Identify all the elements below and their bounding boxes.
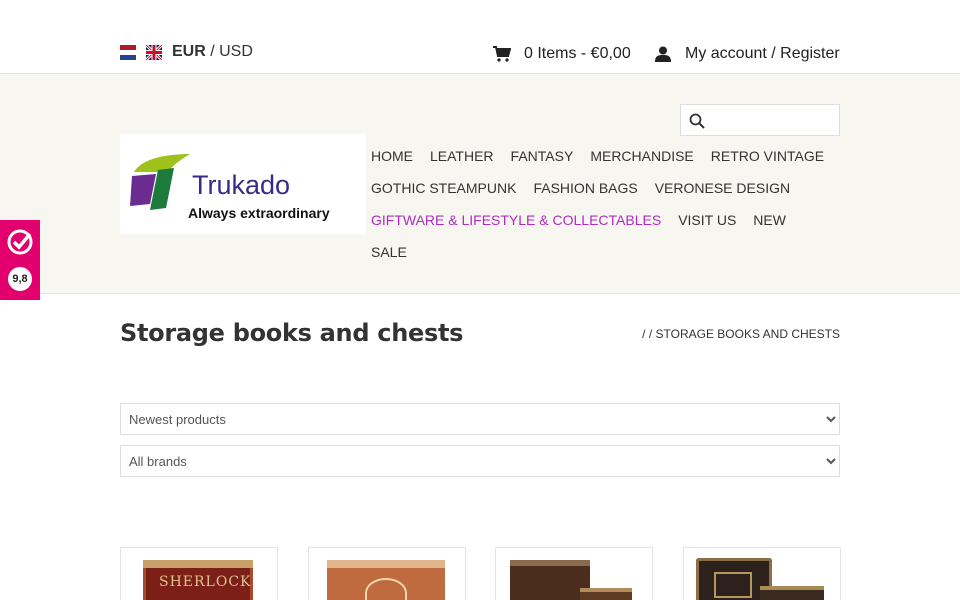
nav-item-new[interactable]: NEW [753, 212, 786, 228]
logo-tagline: Always extraordinary [188, 205, 330, 221]
cart-icon [493, 46, 511, 62]
product-card[interactable] [495, 547, 653, 600]
nav-item-gothic-steampunk[interactable]: GOTHIC STEAMPUNK [371, 180, 516, 196]
cart-link[interactable]: 0 Items - €0,00 [493, 45, 631, 63]
logo-name: Trukado [192, 170, 291, 200]
site-logo[interactable]: Trukado Always extraordinary [120, 134, 366, 234]
nav-row: HOME LEATHER FANTASY MERCHANDISE RETRO V… [371, 140, 841, 172]
flag-gb-icon[interactable] [146, 45, 162, 60]
nav-item-visit-us[interactable]: VISIT US [678, 212, 736, 228]
nav-item-veronese-design[interactable]: VERONESE DESIGN [655, 180, 790, 196]
currency-switcher[interactable]: EUR / USD [172, 43, 253, 61]
account-label[interactable]: My account / Register [685, 45, 840, 63]
product-card[interactable] [308, 547, 466, 600]
currency-usd[interactable]: USD [219, 43, 253, 60]
cart-label[interactable]: 0 Items - €0,00 [524, 45, 631, 63]
site-header: Trukado Always extraordinary HOME LEATHE… [0, 74, 960, 294]
flag-nl-icon[interactable] [120, 45, 136, 60]
nav-item-retro-vintage[interactable]: RETRO VINTAGE [711, 148, 824, 164]
sort-select[interactable]: Newest products [120, 403, 840, 435]
nav-item-merchandise[interactable]: MERCHANDISE [590, 148, 693, 164]
user-icon [655, 46, 671, 62]
logo-mark-icon [130, 154, 190, 210]
page-title: Storage books and chests [120, 319, 464, 347]
top-bar: EUR / USD 0 Items - €0,00 My account / R… [0, 0, 960, 74]
nav-row: GOTHIC STEAMPUNK FASHION BAGS VERONESE D… [371, 172, 841, 204]
nav-item-fantasy[interactable]: FANTASY [511, 148, 574, 164]
brand-select[interactable]: All brands [120, 445, 840, 477]
search-icon[interactable] [689, 113, 705, 129]
currency-separator: / [205, 43, 220, 60]
product-image[interactable] [510, 560, 590, 600]
nav-item-fashion-bags[interactable]: FASHION BAGS [533, 180, 637, 196]
nav-item-giftware[interactable]: GIFTWARE & LIFESTYLE & COLLECTABLES [371, 212, 661, 228]
breadcrumb[interactable]: / / STORAGE BOOKS AND CHESTS [642, 327, 840, 341]
search-input[interactable] [711, 108, 835, 132]
review-check-icon [7, 229, 33, 255]
nav-item-home[interactable]: HOME [371, 148, 413, 164]
currency-eur[interactable]: EUR [172, 43, 206, 60]
main-nav: HOME LEATHER FANTASY MERCHANDISE RETRO V… [371, 140, 841, 268]
product-image[interactable] [327, 560, 445, 600]
account-link[interactable]: My account / Register [655, 45, 840, 63]
nav-row: GIFTWARE & LIFESTYLE & COLLECTABLES VISI… [371, 204, 841, 236]
product-image[interactable]: SHERLOCK [143, 560, 253, 600]
review-badge[interactable]: 9,8 [0, 220, 40, 300]
nav-item-leather[interactable]: LEATHER [430, 148, 494, 164]
product-card[interactable] [683, 547, 841, 600]
nav-item-sale[interactable]: SALE [371, 244, 407, 260]
review-score: 9,8 [8, 267, 32, 291]
product-title-text: SHERLOCK [159, 574, 252, 590]
nav-row: SALE [371, 236, 841, 268]
product-card[interactable]: SHERLOCK [120, 547, 278, 600]
search-box[interactable] [680, 104, 840, 136]
